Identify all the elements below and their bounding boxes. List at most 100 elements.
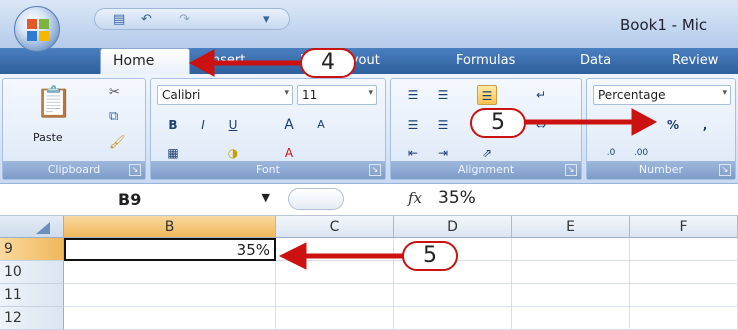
name-box-value: B9	[118, 190, 142, 209]
align-bottom-icon[interactable]: ☰	[477, 85, 497, 105]
undo-icon[interactable]: ↶	[141, 12, 152, 27]
percent-style-button[interactable]: %	[663, 115, 683, 135]
bold-button[interactable]: B	[163, 115, 183, 135]
worksheet-grid: B C D E F 9 10 11 12 35%	[0, 216, 738, 330]
row-header-12[interactable]: 12	[0, 307, 64, 330]
cell-f10[interactable]	[630, 261, 738, 284]
cell-b10[interactable]	[64, 261, 276, 284]
select-all-corner[interactable]	[0, 216, 64, 238]
save-icon[interactable]: ▤	[113, 12, 125, 27]
font-launcher-icon[interactable]: ↘	[369, 164, 381, 176]
decrease-indent-icon[interactable]: ⇤	[403, 143, 423, 163]
formula-bar-resize-handle[interactable]	[288, 188, 344, 210]
cell-d11[interactable]	[394, 284, 512, 307]
font-size-select[interactable]: 11 ▾	[297, 85, 377, 105]
cell-c12[interactable]	[276, 307, 394, 330]
insert-function-icon[interactable]: fx	[408, 189, 422, 207]
formula-bar: B9 ▼ fx 35%	[0, 184, 738, 216]
copy-icon[interactable]: ⧉	[109, 109, 118, 124]
cell-e9[interactable]	[512, 238, 630, 261]
ribbon-tabs: Home Insert Page Layout Formulas Data Re…	[0, 48, 738, 74]
office-logo-icon	[27, 19, 49, 41]
increase-indent-icon[interactable]: ⇥	[433, 143, 453, 163]
column-header-e[interactable]: E	[512, 216, 630, 238]
title-bar: ▤ ↶ ↷ ▾ Book1 - Mic	[0, 0, 738, 52]
format-painter-icon[interactable]: 🖌	[109, 135, 126, 150]
font-group-label: Font	[151, 161, 385, 179]
step-5-grid-callout: 5	[402, 241, 458, 271]
tab-insert[interactable]: Insert	[208, 53, 245, 68]
tab-formulas[interactable]: Formulas	[456, 53, 515, 68]
align-top-icon[interactable]: ☰	[403, 85, 423, 105]
number-format-select[interactable]: Percentage ▾	[593, 85, 731, 105]
cut-icon[interactable]: ✂	[109, 85, 120, 100]
quick-access-toolbar: ▤ ↶ ↷ ▾	[94, 8, 290, 30]
align-middle-icon[interactable]: ☰	[433, 85, 453, 105]
office-button[interactable]	[14, 6, 60, 52]
ribbon: 📋 Paste ✂ ⧉ 🖌 Clipboard ↘ Calibri ▾ 11 ▾…	[0, 74, 738, 184]
increase-decimal-icon[interactable]: .0	[601, 143, 621, 163]
merge-center-icon[interactable]: ⇔	[531, 115, 551, 135]
tab-home[interactable]: Home	[100, 48, 190, 74]
align-left-icon[interactable]: ☰	[403, 115, 423, 135]
font-color-button[interactable]: A	[279, 143, 299, 163]
cell-b11[interactable]	[64, 284, 276, 307]
column-header-c[interactable]: C	[276, 216, 394, 238]
row-header-9[interactable]: 9	[0, 238, 64, 261]
clipboard-group-label: Clipboard	[3, 161, 145, 179]
comma-style-button[interactable]: ,	[695, 115, 715, 135]
cell-d12[interactable]	[394, 307, 512, 330]
row-header-10[interactable]: 10	[0, 261, 64, 284]
cell-e11[interactable]	[512, 284, 630, 307]
cell-f11[interactable]	[630, 284, 738, 307]
paste-icon[interactable]: 📋	[35, 85, 72, 120]
select-all-icon	[36, 222, 50, 234]
chevron-down-icon[interactable]: ▼	[262, 191, 270, 204]
column-header-b[interactable]: B	[64, 216, 276, 238]
redo-icon[interactable]: ↷	[179, 12, 190, 27]
number-format-value: Percentage	[598, 88, 666, 102]
chevron-down-icon: ▾	[722, 88, 727, 98]
grow-font-button[interactable]: A	[279, 115, 299, 135]
cell-e12[interactable]	[512, 307, 630, 330]
cell-c9[interactable]	[276, 238, 394, 261]
number-group: Percentage ▾ % , .0 .00 Number ↘	[586, 78, 736, 180]
step-5-ribbon-callout: 5	[470, 108, 526, 138]
column-header-d[interactable]: D	[394, 216, 512, 238]
tab-data[interactable]: Data	[580, 53, 611, 68]
chevron-down-icon: ▾	[368, 88, 373, 98]
font-name-select[interactable]: Calibri ▾	[157, 85, 293, 105]
underline-button[interactable]: U	[223, 115, 243, 135]
wrap-text-icon[interactable]: ↵	[531, 85, 551, 105]
clipboard-group: 📋 Paste ✂ ⧉ 🖌 Clipboard ↘	[2, 78, 146, 180]
fill-color-icon[interactable]: ◑	[223, 143, 243, 163]
app-title: Book1 - Mic	[620, 16, 708, 34]
number-launcher-icon[interactable]: ↘	[719, 164, 731, 176]
cell-e10[interactable]	[512, 261, 630, 284]
cell-b9[interactable]: 35%	[64, 238, 276, 261]
alignment-launcher-icon[interactable]: ↘	[565, 164, 577, 176]
cell-f9[interactable]	[630, 238, 738, 261]
align-center-icon[interactable]: ☰	[433, 115, 453, 135]
customize-icon[interactable]: ▾	[263, 12, 270, 27]
clipboard-launcher-icon[interactable]: ↘	[129, 164, 141, 176]
borders-icon[interactable]: ▦	[163, 143, 183, 163]
cell-c10[interactable]	[276, 261, 394, 284]
cell-f12[interactable]	[630, 307, 738, 330]
column-header-f[interactable]: F	[630, 216, 738, 238]
tab-review[interactable]: Review	[672, 53, 718, 68]
cell-c11[interactable]	[276, 284, 394, 307]
decrease-decimal-icon[interactable]: .00	[631, 143, 651, 163]
name-box[interactable]: B9 ▼	[14, 188, 276, 212]
font-name-value: Calibri	[162, 88, 201, 102]
italic-button[interactable]: I	[193, 115, 213, 135]
font-size-value: 11	[302, 88, 318, 102]
paste-label[interactable]: Paste	[33, 131, 63, 144]
alignment-group-label: Alignment	[391, 161, 581, 179]
cell-b12[interactable]	[64, 307, 276, 330]
shrink-font-button[interactable]: A	[311, 115, 331, 135]
orientation-icon[interactable]: ⇗	[477, 143, 497, 163]
step-4-callout: 4	[300, 48, 356, 78]
row-header-11[interactable]: 11	[0, 284, 64, 307]
formula-input[interactable]: 35%	[438, 188, 476, 208]
